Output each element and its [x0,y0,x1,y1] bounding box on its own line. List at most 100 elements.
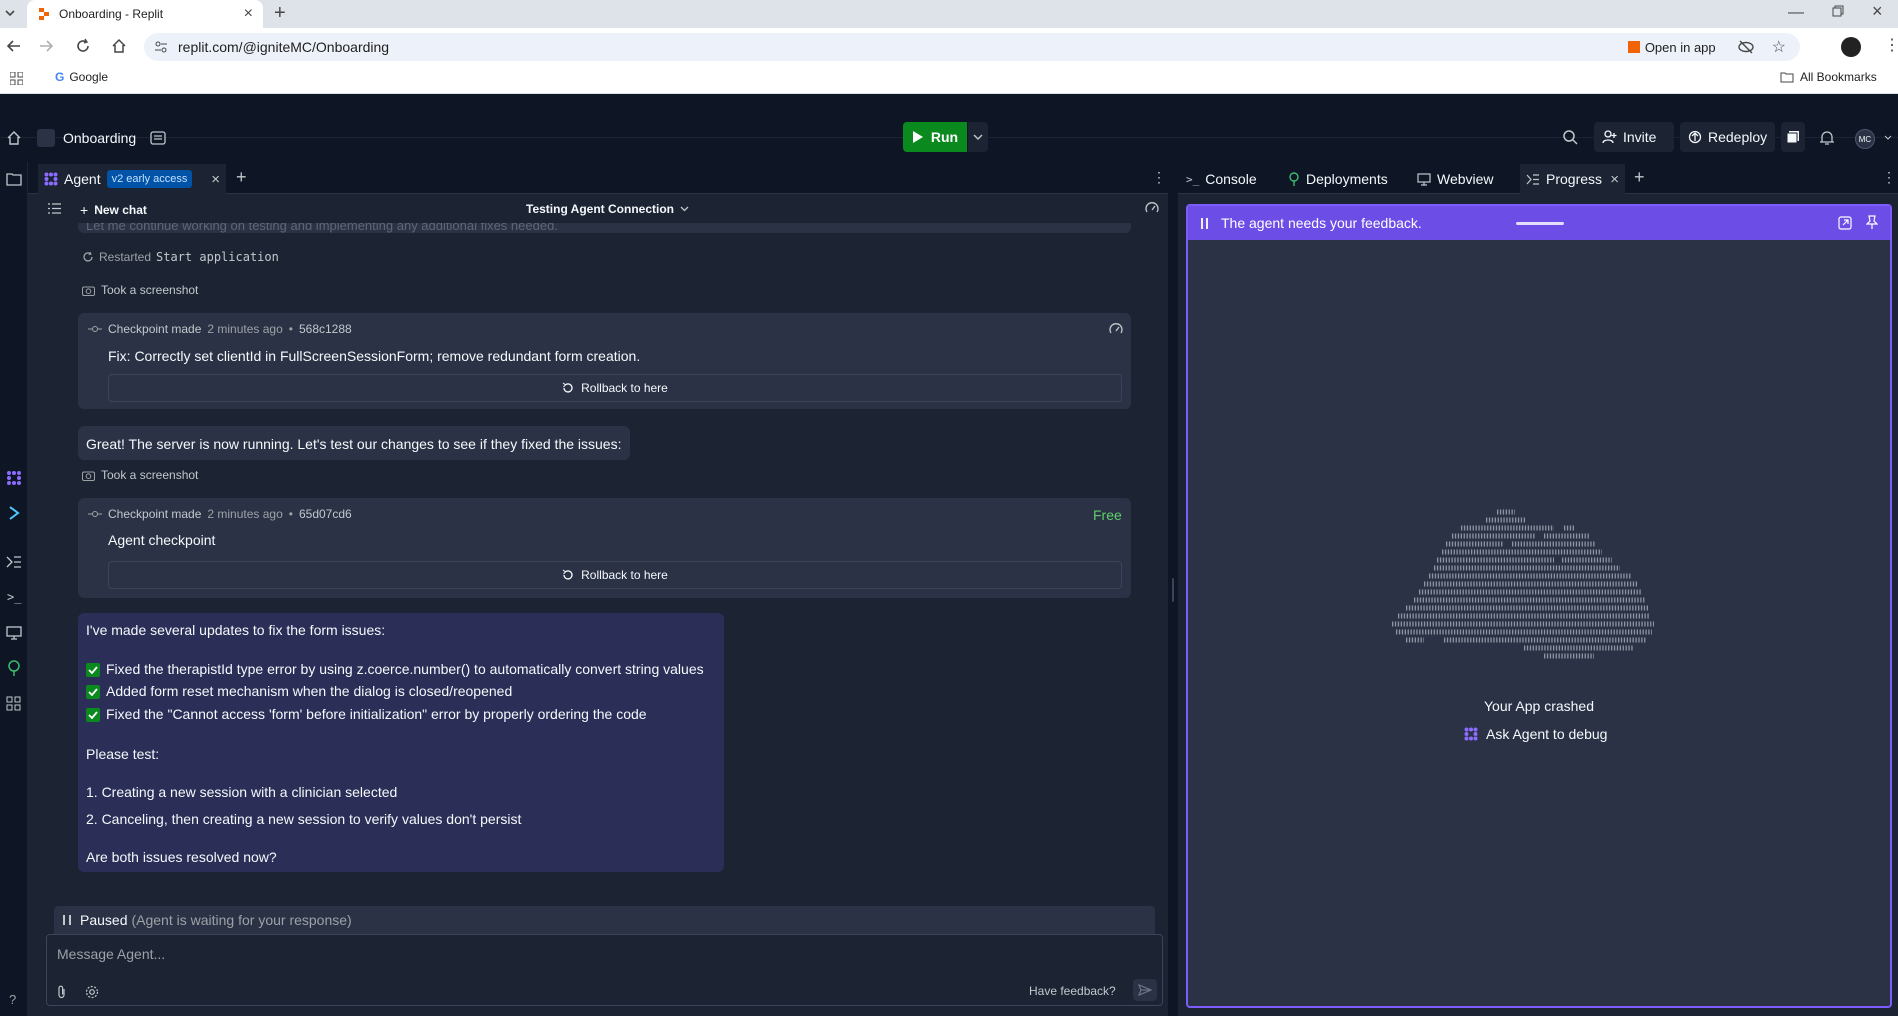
bookmarks-bar: G Google All Bookmarks [0,64,1898,94]
rollback-button[interactable]: Rollback to here [108,561,1122,589]
ask-agent-debug-button[interactable]: Ask Agent to debug [1464,726,1607,742]
restart-icon [82,251,94,263]
pin-icon[interactable] [1866,215,1878,229]
close-tab-icon[interactable]: × [1610,171,1619,188]
user-avatar[interactable]: MC [1855,129,1875,149]
commit-icon [88,510,102,518]
new-chat-button[interactable]: + New chat [80,202,147,218]
chat-list-icon[interactable] [48,203,61,214]
agent-icon [1464,727,1478,741]
close-tab-icon[interactable]: × [244,5,253,23]
window-close-icon[interactable]: × [1872,1,1883,22]
home-icon[interactable] [7,131,21,145]
search-icon[interactable] [1563,130,1578,145]
expand-icon[interactable] [1838,216,1852,230]
back-icon[interactable] [6,38,22,54]
rollback-button[interactable]: Rollback to here [108,374,1122,402]
browser-menu-icon[interactable]: ⋮ [1884,38,1898,54]
project-name[interactable]: Onboarding [63,130,136,146]
apps-grid-icon[interactable] [10,72,23,85]
console-icon[interactable]: >_ [7,590,21,604]
progress-panel: The agent needs your feedback. Your App … [1186,204,1892,1008]
deploy-icon [1688,130,1702,144]
bookmark-google[interactable]: G Google [55,70,108,84]
gauge-icon[interactable] [1109,323,1123,335]
checkpoint-hash[interactable]: 65d07cd6 [299,507,352,521]
checklist-text: Fixed the "Cannot access 'form' before i… [106,706,647,722]
play-icon [912,131,924,143]
eye-off-icon[interactable] [1737,40,1754,54]
reload-icon[interactable] [75,38,91,54]
restarted-target[interactable]: Start application [156,250,279,264]
rollback-label: Rollback to here [581,381,668,395]
progress-icon[interactable] [6,556,22,568]
project-avatar [37,129,55,147]
pane-menu-icon[interactable]: ⋮ [1882,169,1896,186]
deployment-status-icon[interactable] [1781,122,1805,152]
tab-progress[interactable]: Progress × [1520,164,1625,194]
gauge-icon[interactable] [1145,202,1159,214]
file-history-icon[interactable] [150,130,166,146]
restarted-event: Restarted Start application [82,250,279,264]
screenshot-label[interactable]: Took a screenshot [101,283,198,297]
paused-label: Paused [80,912,128,928]
address-bar[interactable]: replit.com/@igniteMC/Onboarding Open in … [144,33,1800,61]
webview-icon[interactable] [6,626,22,640]
restore-icon[interactable] [1832,5,1844,17]
run-dropdown[interactable] [968,122,988,152]
profile-avatar[interactable] [1841,37,1861,57]
tab-search-icon[interactable] [4,6,16,20]
minimize-icon[interactable]: — [1788,4,1804,22]
new-tab-icon[interactable]: + [274,2,286,25]
assistant-icon[interactable] [8,506,20,520]
help-icon[interactable]: ? [9,992,16,1007]
send-button[interactable] [1133,979,1157,1001]
chat-transcript: Let me continue working on testing and i… [28,223,1168,903]
screenshot-label[interactable]: Took a screenshot [101,468,198,482]
drag-handle[interactable] [1516,222,1564,225]
tab-webview[interactable]: Webview [1411,164,1500,194]
checkbox-icon [86,707,100,722]
attach-icon[interactable] [57,985,67,999]
resize-grip[interactable] [1172,578,1174,602]
checklist-item: Fixed the therapistId type error by usin… [86,661,704,678]
tab-agent[interactable]: Agent v2 early access × [38,164,226,194]
browser-tab[interactable]: Onboarding - Replit × [27,0,263,28]
run-button[interactable]: Run [903,122,967,152]
home-icon[interactable] [111,38,127,54]
files-icon[interactable] [6,172,22,186]
open-in-app-button[interactable]: Open in app [1627,40,1716,55]
tab-deployments[interactable]: Deployments [1282,164,1394,194]
checklist-text: Added form reset mechanism when the dial… [106,683,513,699]
settings-icon[interactable] [85,985,99,999]
forward-icon[interactable] [38,38,54,54]
checkpoint-message: Agent checkpoint [108,532,216,548]
feedback-link[interactable]: Have feedback? [1029,984,1116,998]
send-icon [1138,984,1152,996]
run-label: Run [930,129,959,145]
deployments-icon[interactable] [7,660,21,676]
all-bookmarks[interactable]: All Bookmarks [1780,70,1877,84]
camera-icon [82,285,95,296]
chat-title-dropdown[interactable]: Testing Agent Connection [526,202,689,216]
agent-icon[interactable] [6,470,22,486]
all-tools-icon[interactable] [6,696,21,711]
close-tab-icon[interactable]: × [211,171,220,188]
left-rail: >_ ? [0,162,28,1016]
pane-menu-icon[interactable]: ⋮ [1152,169,1166,186]
bookmark-star-icon[interactable]: ☆ [1772,37,1786,57]
pane-resize-handle[interactable] [1168,162,1178,1016]
screenshot-event: Took a screenshot [82,283,198,297]
early-access-badge: v2 early access [106,170,193,188]
tab-console[interactable]: >_ Console [1180,164,1263,194]
message-input[interactable] [57,941,957,967]
checkpoint-hash[interactable]: 568c1288 [299,322,352,336]
notification-bell-icon[interactable] [1820,130,1834,146]
crashed-app-illustration [1392,509,1654,659]
avatar-chevron-icon[interactable] [1884,135,1892,140]
site-info-icon[interactable] [154,40,168,54]
add-tab-icon[interactable]: + [236,167,247,188]
redeploy-button[interactable]: Redeploy [1680,122,1775,152]
invite-button[interactable]: Invite [1594,122,1674,152]
add-tab-icon[interactable]: + [1634,167,1645,188]
